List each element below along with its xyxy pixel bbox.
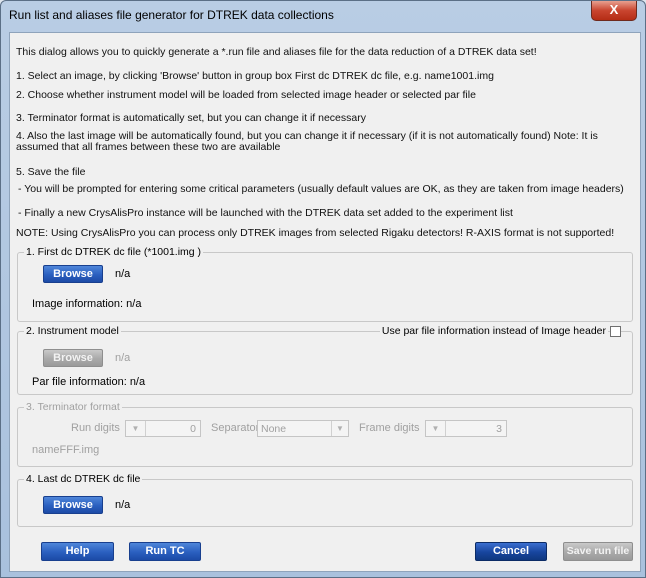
browse-last-button[interactable]: Browse [43,496,103,514]
cancel-button[interactable]: Cancel [475,542,547,561]
run-digits-spinner[interactable]: ▼ 0 [125,420,201,437]
separator-label: Separator [211,422,260,434]
run-digits-arrow-icon: ▼ [126,421,146,436]
close-icon: X [609,2,619,17]
group-terminator-title: 3. Terminator format [24,401,122,413]
frame-digits-value: 3 [496,423,502,435]
step-5-text: 5. Save the file [16,166,86,178]
frame-digits-arrow-icon: ▼ [426,421,446,436]
step-4-text: 4. Also the last image will be automatic… [16,130,598,153]
group-instrument-title: 2. Instrument model [24,325,121,337]
step-5-sub-2: - Finally a new CrysAlisPro instance wil… [18,207,513,219]
group-first-title: 1. First dc DTREK dc file (*1001.img ) [24,246,204,258]
separator-value: None [261,423,287,435]
run-tc-button[interactable]: Run TC [129,542,201,561]
use-par-label: Use par file information instead of Imag… [379,325,608,337]
frame-digits-label: Frame digits [359,422,420,434]
save-run-file-button[interactable]: Save run file [563,542,633,561]
browse-first-button[interactable]: Browse [43,265,103,283]
dialog-window: Run list and aliases file generator for … [0,0,646,578]
dialog-body: This dialog allows you to quickly genera… [9,32,641,572]
group-last-title: 4. Last dc DTREK dc file [24,473,143,485]
group-first-file: 1. First dc DTREK dc file (*1001.img ) B… [17,246,633,322]
group-last-file: 4. Last dc DTREK dc file Browse n/a [17,473,633,527]
frame-digits-spinner[interactable]: ▼ 3 [425,420,507,437]
note-text: NOTE: Using CrysAlisPro you can process … [16,227,615,239]
first-file-value: n/a [115,268,131,280]
step-5-sub-1: - You will be prompted for entering some… [18,183,624,195]
image-info-text: Image information: n/a [32,298,142,310]
use-par-checkbox[interactable] [610,326,621,337]
last-file-value: n/a [115,499,131,511]
browse-par-button[interactable]: Browse [43,349,103,367]
step-1-text: 1. Select an image, by clicking 'Browse'… [16,70,494,82]
step-2-text: 2. Choose whether instrument model will … [16,89,476,101]
run-digits-value: 0 [190,423,196,435]
intro-text: This dialog allows you to quickly genera… [16,46,537,58]
step-3-text: 3. Terminator format is automatically se… [16,112,366,124]
window-title: Run list and aliases file generator for … [9,8,334,22]
group-terminator-format: 3. Terminator format Run digits ▼ 0 Sepa… [17,401,633,467]
par-file-value: n/a [115,352,131,364]
close-button[interactable]: X [591,1,637,21]
chevron-down-icon: ▼ [331,421,348,436]
par-info-text: Par file information: n/a [32,376,146,388]
group-instrument-model: 2. Instrument model Use par file informa… [17,325,633,395]
help-button[interactable]: Help [41,542,114,561]
separator-select[interactable]: None ▼ [257,420,349,437]
terminator-pattern: nameFFF.img [32,444,100,456]
run-digits-label: Run digits [71,422,120,434]
title-bar[interactable]: Run list and aliases file generator for … [1,1,645,31]
